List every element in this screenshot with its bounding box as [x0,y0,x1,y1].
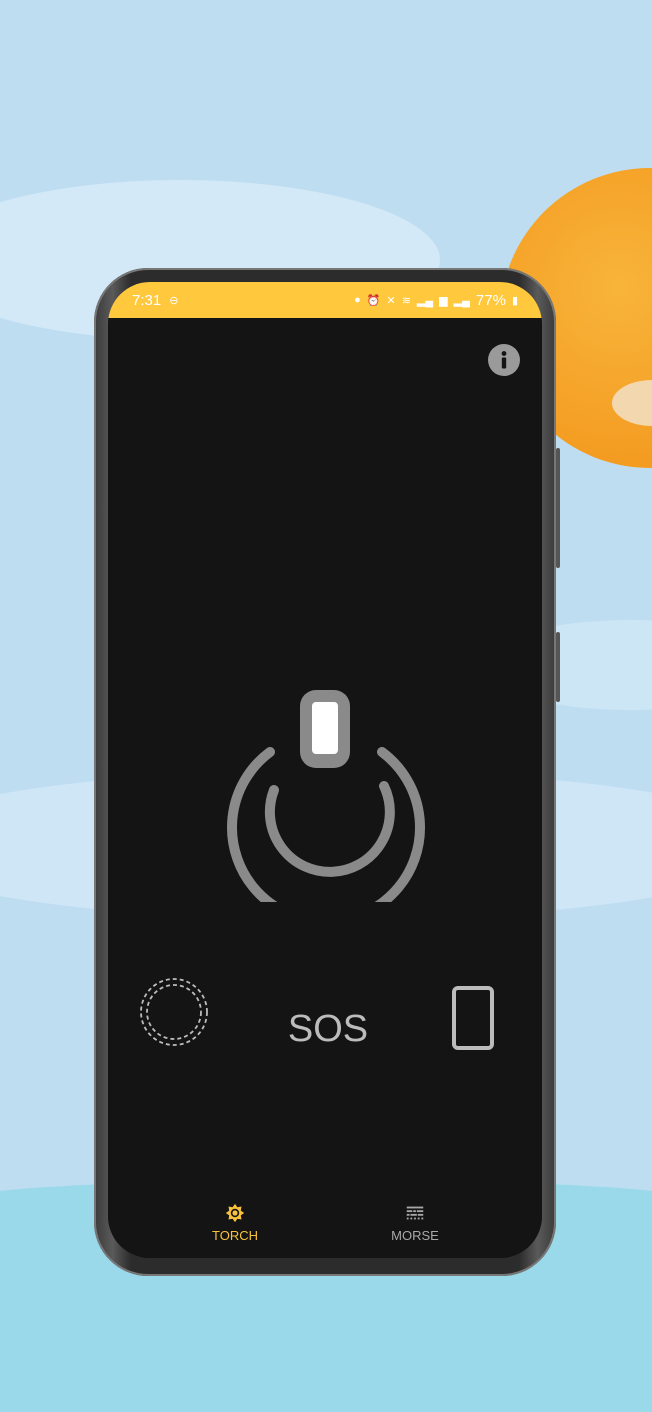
nav-torch[interactable]: TORCH [180,1202,290,1243]
battery-percent: 77% [475,291,506,309]
signal-icon: ▂▄ [416,294,434,307]
morse-icon [406,1206,424,1220]
screen-light-button[interactable] [140,976,208,1048]
status-bar: 7:31 ⊖ ● ⏰ ✕ ≋ ▂▄ ▆ ▂▄ 77% ▮ [108,282,542,318]
battery-icon: ▮ [511,294,518,307]
nav-morse[interactable]: MORSE [360,1202,470,1243]
alarm-icon: ⏰ [366,294,381,307]
sos-button[interactable]: SOS [278,1008,378,1051]
phone-screen-icon[interactable] [452,986,494,1050]
nav-torch-label: TORCH [212,1228,258,1243]
phone-frame: 7:31 ⊖ ● ⏰ ✕ ≋ ▂▄ ▆ ▂▄ 77% ▮ SOS TORCH M… [94,268,560,1276]
do-not-disturb-icon: ⊖ [169,294,179,307]
info-button[interactable] [488,344,520,376]
mute-icon: ✕ [386,294,396,307]
nav-morse-label: MORSE [391,1228,439,1243]
info-icon [501,351,507,369]
signal-icon: ▂▄ [453,294,470,307]
wifi-icon: ≋ [401,294,411,307]
notification-icon: ● [354,294,361,306]
power-side-button [556,632,560,702]
volume-button [556,448,560,568]
volte-icon: ▆ [439,294,448,307]
brightness-icon [225,1203,245,1223]
app-screen: 7:31 ⊖ ● ⏰ ✕ ≋ ▂▄ ▆ ▂▄ 77% ▮ SOS TORCH M… [108,282,542,1258]
bottom-nav: TORCH MORSE [108,1188,542,1258]
power-toggle-button[interactable] [226,686,426,902]
status-time: 7:31 [132,291,162,309]
